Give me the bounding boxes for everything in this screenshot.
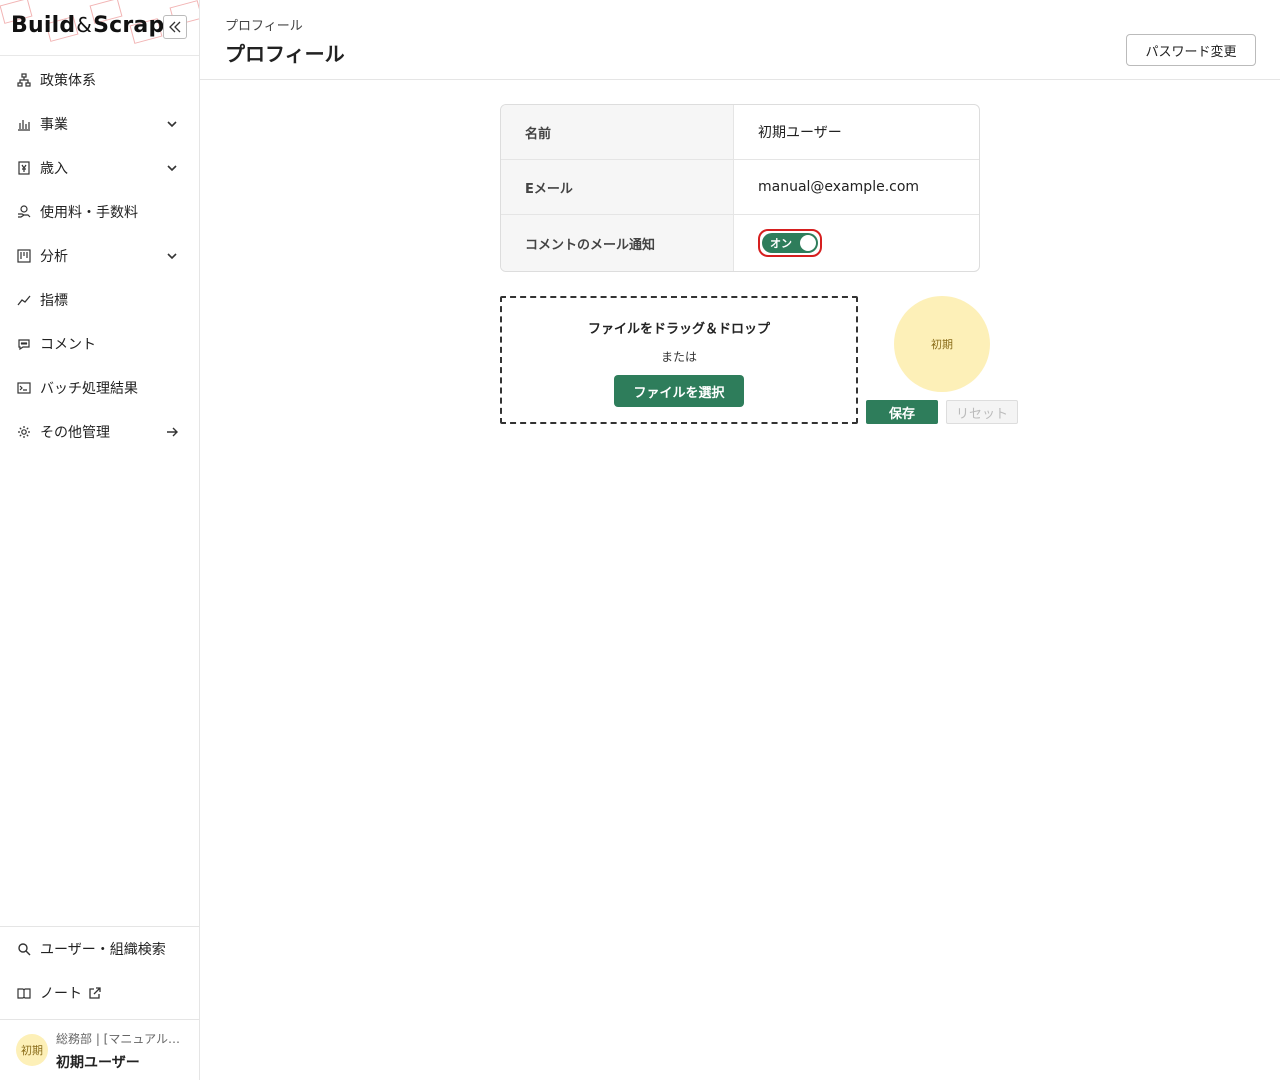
- sidebar-item-comments[interactable]: コメント: [0, 322, 199, 366]
- sidebar-item-policy-system[interactable]: 政策体系: [0, 58, 199, 102]
- profile-table: 名前 初期ユーザー Eメール manual@example.com コメントのメ…: [500, 104, 980, 272]
- sidebar-item-label: ユーザー・組織検索: [40, 942, 166, 958]
- sidebar-item-label: 歳入: [40, 161, 68, 177]
- gear-icon: [16, 424, 32, 440]
- table-row: 名前 初期ユーザー: [501, 105, 979, 160]
- sidebar-item-label: 事業: [40, 117, 68, 133]
- select-file-button[interactable]: ファイルを選択: [614, 375, 744, 407]
- logo-area: Build&Scrap: [0, 0, 199, 56]
- name-label: 名前: [501, 105, 734, 159]
- app-logo[interactable]: Build&Scrap: [11, 13, 164, 38]
- trend-line-icon: [16, 292, 32, 308]
- drop-or-text: または: [660, 350, 697, 364]
- sidebar-item-label: その他管理: [40, 425, 110, 441]
- sidebar-item-indicators[interactable]: 指標: [0, 278, 199, 322]
- hand-coin-icon: [16, 204, 32, 220]
- table-row: Eメール manual@example.com: [501, 160, 979, 215]
- avatar-preview: 初期: [894, 296, 990, 392]
- breadcrumb[interactable]: プロフィール: [225, 15, 303, 34]
- user-name: 初期ユーザー: [56, 1055, 140, 1071]
- reset-button[interactable]: リセット: [946, 400, 1018, 424]
- table-row: コメントのメール通知 オン: [501, 215, 979, 271]
- yen-receipt-icon: [16, 160, 32, 176]
- user-organization: 総務部 | [マニュアル用組織]: [56, 1032, 186, 1046]
- toggle-label: オン: [770, 237, 792, 250]
- sidebar-item-fees[interactable]: 使用料・手数料: [0, 190, 199, 234]
- external-link-icon: [88, 986, 102, 1000]
- sidebar-item-label: 政策体系: [40, 73, 96, 89]
- arrow-right-icon[interactable]: [164, 424, 180, 440]
- terminal-icon: [16, 380, 32, 396]
- sidebar-nav: 政策体系 事業 歳入 使用料・手数料 分析 指標 コメント バッチ処理結果 その…: [0, 56, 199, 454]
- name-value: 初期ユーザー: [758, 125, 842, 141]
- drop-title: ファイルをドラッグ＆ドロップ: [587, 322, 770, 337]
- search-icon: [16, 941, 32, 957]
- sidebar-item-label: バッチ処理結果: [40, 381, 138, 397]
- sidebar-item-label: 分析: [40, 249, 68, 265]
- sidebar-item-batch-results[interactable]: バッチ処理結果: [0, 366, 199, 410]
- collapse-sidebar-button[interactable]: [163, 15, 187, 39]
- avatar: 初期: [16, 1034, 48, 1066]
- page-header: プロフィール プロフィール パスワード変更: [200, 0, 1280, 80]
- sidebar-item-label: 使用料・手数料: [40, 205, 138, 221]
- page-title: プロフィール: [225, 42, 345, 66]
- current-user-box[interactable]: 初期 総務部 | [マニュアル用組織] 初期ユーザー: [0, 1019, 199, 1080]
- double-chevron-left-icon: [169, 21, 181, 33]
- avatar-dropzone[interactable]: ファイルをドラッグ＆ドロップ または ファイルを選択: [500, 296, 858, 424]
- sidebar-item-analysis[interactable]: 分析: [0, 234, 199, 278]
- sidebar: Build&Scrap 政策体系 事業 歳入 使用料・手数料 分析 指標 コメン…: [0, 0, 200, 1080]
- hierarchy-icon: [16, 72, 32, 88]
- kanban-icon: [16, 248, 32, 264]
- change-password-button[interactable]: パスワード変更: [1126, 34, 1256, 66]
- bar-chart-icon: [16, 116, 32, 132]
- sidebar-item-projects[interactable]: 事業: [0, 102, 199, 146]
- sidebar-item-other-admin[interactable]: その他管理: [0, 410, 199, 454]
- sidebar-item-label: 指標: [40, 293, 68, 309]
- sidebar-item-label: コメント: [40, 337, 96, 353]
- sidebar-item-label: ノート: [40, 986, 82, 1002]
- chevron-down-icon[interactable]: [164, 160, 180, 176]
- notification-toggle[interactable]: オン: [762, 233, 818, 253]
- book-icon: [16, 985, 32, 1001]
- sidebar-item-notes[interactable]: ノート: [0, 971, 199, 1015]
- sidebar-item-user-org-search[interactable]: ユーザー・組織検索: [0, 927, 199, 971]
- sidebar-item-revenue[interactable]: 歳入: [0, 146, 199, 190]
- toggle-knob: [800, 235, 816, 251]
- notification-toggle-focus-ring: オン: [758, 229, 822, 257]
- email-value: manual@example.com: [758, 179, 920, 195]
- chevron-down-icon[interactable]: [164, 116, 180, 132]
- comment-icon: [16, 336, 32, 352]
- comment-notification-label: コメントのメール通知: [501, 215, 734, 271]
- comment-notification-cell: オン: [734, 215, 979, 271]
- sidebar-bottom-nav: ユーザー・組織検索 ノート: [0, 926, 199, 1015]
- email-label: Eメール: [501, 160, 734, 214]
- chevron-down-icon[interactable]: [164, 248, 180, 264]
- save-button[interactable]: 保存: [866, 400, 938, 424]
